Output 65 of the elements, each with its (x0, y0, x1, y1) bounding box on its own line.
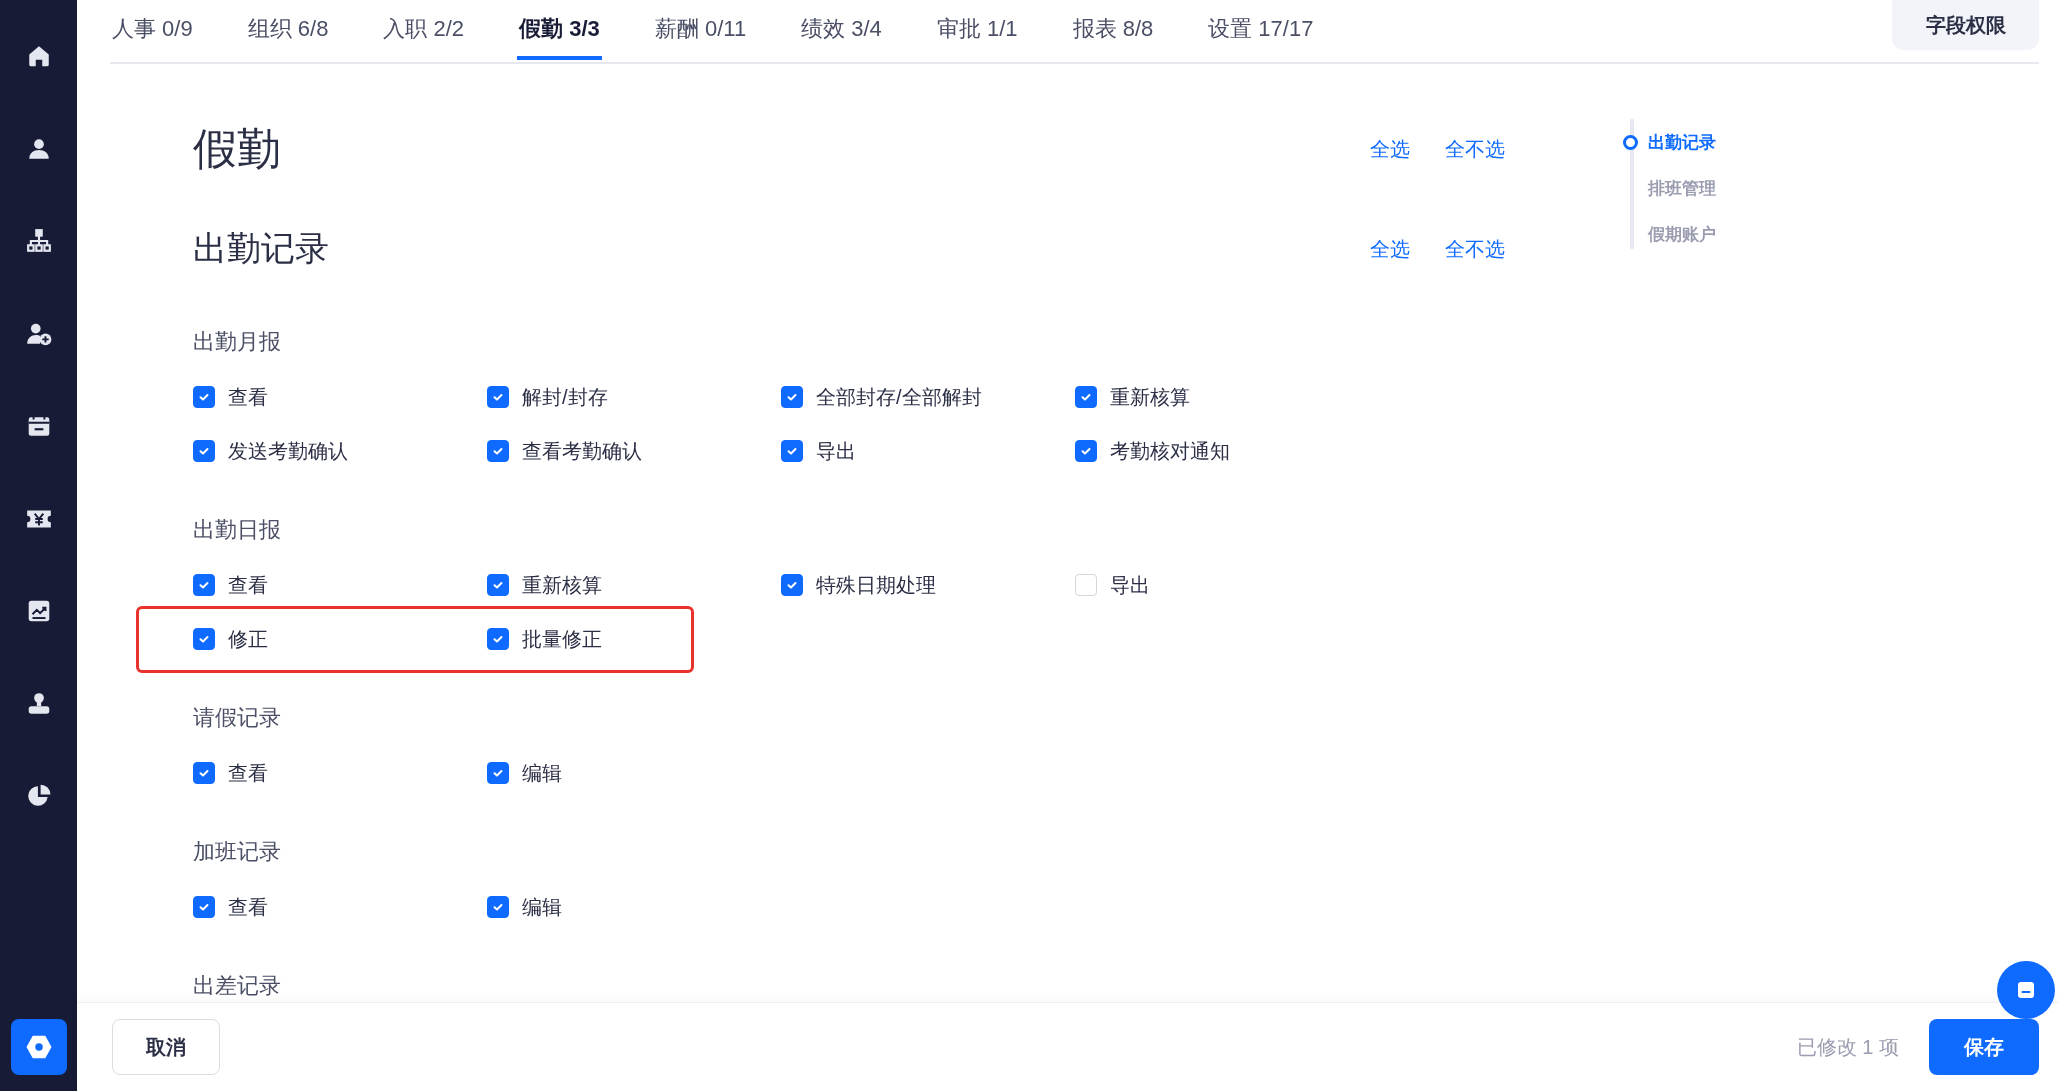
checkbox[interactable] (487, 386, 509, 408)
cancel-button[interactable]: 取消 (112, 1019, 220, 1075)
checkbox-label: 编辑 (522, 760, 562, 786)
checkbox[interactable] (193, 386, 215, 408)
checkbox-label: 重新核算 (522, 572, 602, 598)
group-label: 出勤日报 (193, 516, 282, 544)
anchor-link[interactable]: 出勤记录 (1648, 130, 1716, 154)
checkbox-label: 特殊日期处理 (816, 572, 936, 598)
modified-count: 已修改 1 项 (1796, 1034, 1899, 1060)
checkbox[interactable] (193, 628, 215, 650)
checkbox-label: 解封/封存 (522, 384, 608, 410)
tab[interactable]: 薪酬 0/11 (652, 0, 749, 60)
checkbox[interactable] (781, 440, 803, 462)
tab[interactable]: 报表 8/8 (1070, 0, 1156, 60)
select-none-link[interactable]: 全不选 (1445, 235, 1505, 263)
chat-button[interactable] (1997, 961, 2055, 1019)
select-all-link[interactable]: 全选 (1370, 235, 1410, 263)
checkbox[interactable] (487, 440, 509, 462)
pie-chart-icon (25, 783, 52, 809)
select-all-link[interactable]: 全选 (1370, 135, 1410, 163)
checkbox-label: 查看 (228, 894, 268, 920)
org-chart-icon (25, 228, 52, 254)
group-label: 出差记录 (193, 972, 282, 1000)
checkbox[interactable] (1075, 440, 1097, 462)
checkbox-label: 批量修正 (522, 626, 602, 652)
checkbox[interactable] (193, 762, 215, 784)
save-button[interactable]: 保存 (1929, 1019, 2039, 1075)
page-title: 假勤 (193, 122, 281, 175)
checkbox-label: 导出 (816, 438, 856, 464)
checkbox[interactable] (487, 896, 509, 918)
tab[interactable]: 假勤 3/3 (517, 0, 602, 60)
tab[interactable]: 人事 0/9 (110, 0, 195, 60)
checkbox-label: 发送考勤确认 (228, 438, 348, 464)
checkbox[interactable] (193, 440, 215, 462)
checkbox[interactable] (781, 386, 803, 408)
checkbox[interactable] (193, 896, 215, 918)
checkbox[interactable] (1075, 386, 1097, 408)
settings-button[interactable] (10, 1019, 67, 1075)
chat-icon (2016, 980, 2036, 1000)
section-title: 出勤记录 (193, 228, 329, 269)
tab[interactable]: 入职 2/2 (381, 0, 467, 60)
checkbox-label: 查看 (228, 384, 268, 410)
tab[interactable]: 审批 1/1 (934, 0, 1020, 60)
group-label: 请假记录 (193, 704, 282, 732)
checkbox-label: 查看 (228, 572, 268, 598)
tab[interactable]: 设置 17/17 (1206, 0, 1316, 60)
checkbox[interactable] (193, 574, 215, 596)
checkbox-label: 重新核算 (1110, 384, 1190, 410)
field-permission-button[interactable]: 字段权限 (1892, 0, 2039, 50)
checkbox-label: 查看 (228, 760, 268, 786)
checkbox[interactable] (781, 574, 803, 596)
group-label: 出勤月报 (193, 328, 282, 356)
checkbox-label: 考勤核对通知 (1110, 438, 1230, 464)
select-none-link[interactable]: 全不选 (1445, 135, 1505, 163)
checkbox[interactable] (487, 762, 509, 784)
checkbox-label: 编辑 (522, 894, 562, 920)
checkbox[interactable] (487, 574, 509, 596)
checkbox-label: 查看考勤确认 (522, 438, 642, 464)
checkbox[interactable] (487, 628, 509, 650)
checkbox-label: 修正 (228, 626, 268, 652)
checkbox-label: 导出 (1110, 572, 1150, 598)
tab[interactable]: 组织 6/8 (245, 0, 331, 60)
tab[interactable]: 绩效 3/4 (799, 0, 884, 60)
group-label: 加班记录 (193, 838, 282, 866)
checkbox-label: 全部封存/全部解封 (816, 384, 982, 410)
